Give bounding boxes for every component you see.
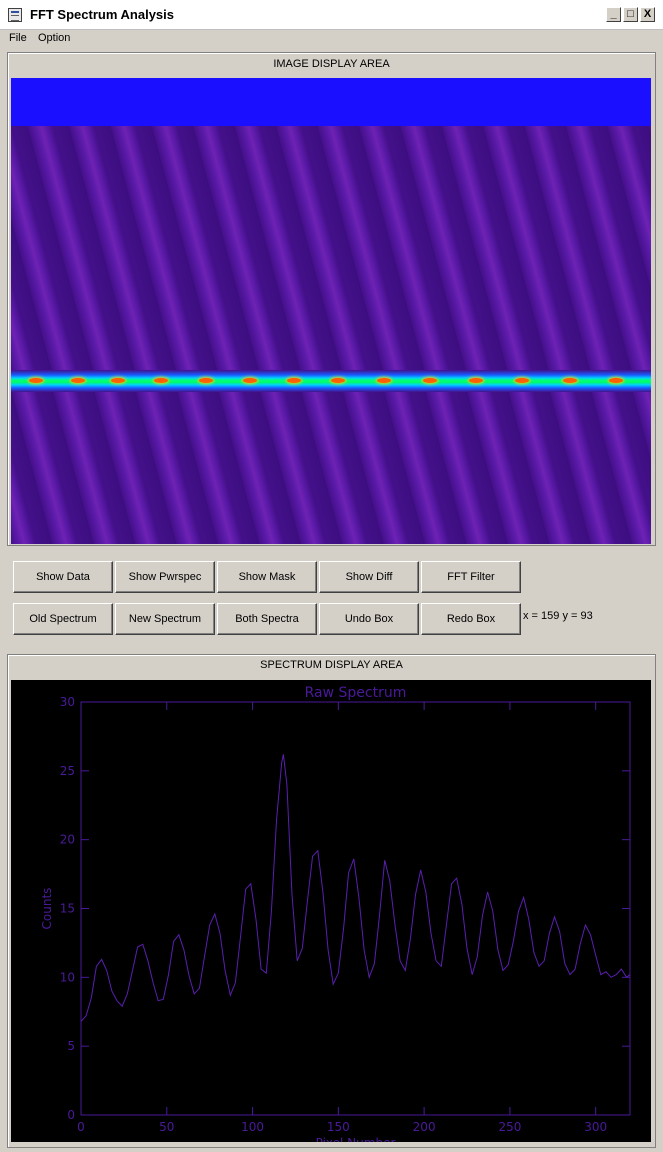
- spectrum-display-area[interactable]: 0 50 100 150 200 250 300 0 5 10 15 20 25 30 Raw Spectr…: [11, 680, 651, 1142]
- plot-frame: [80, 701, 631, 1116]
- spectrum-display-label: SPECTRUM DISPLAY AREA: [260, 659, 403, 671]
- old-spectrum-button[interactable]: Old Spectrum: [13, 603, 113, 635]
- heatmap-hotspot: [287, 378, 301, 383]
- heatmap-fringes-upper: [11, 126, 651, 373]
- y-tick-label: 0: [67, 1108, 75, 1122]
- close-button[interactable]: X: [640, 7, 655, 22]
- x-tick-label: 50: [159, 1120, 174, 1134]
- heatmap-hotspot: [469, 378, 483, 383]
- x-axis-label: Pixel Number: [316, 1136, 396, 1142]
- cursor-coordinates: x = 159 y = 93: [523, 610, 593, 622]
- image-display-area[interactable]: [11, 78, 651, 544]
- menu-option[interactable]: Option: [38, 32, 70, 44]
- undo-box-button[interactable]: Undo Box: [319, 603, 419, 635]
- minimize-button[interactable]: _: [606, 7, 621, 22]
- app-icon[interactable]: [8, 8, 22, 22]
- spectrum-line: [80, 754, 631, 1022]
- heatmap-hotspot: [377, 378, 391, 383]
- spectrum-chart: 0 50 100 150 200 250 300 0 5 10 15 20 25 30 Raw Spectr…: [40, 685, 631, 1142]
- y-axis-label: Counts: [40, 888, 54, 930]
- x-tick-label: 0: [77, 1120, 85, 1134]
- y-tick-label: 25: [60, 764, 75, 778]
- show-diff-button[interactable]: Show Diff: [319, 561, 419, 593]
- x-tick-label: 150: [327, 1120, 350, 1134]
- menu-bar: File Option: [0, 30, 663, 48]
- y-tick-label: 5: [67, 1039, 75, 1053]
- title-bar: FFT Spectrum Analysis _ □ X: [0, 0, 663, 30]
- x-tick-label: 300: [584, 1120, 607, 1134]
- heatmap-hotspot: [111, 378, 125, 383]
- heatmap-hotspot: [29, 378, 43, 383]
- chart-title: Raw Spectrum: [305, 685, 407, 701]
- image-display-label: IMAGE DISPLAY AREA: [273, 58, 390, 70]
- show-pwrspec-button[interactable]: Show Pwrspec: [115, 561, 215, 593]
- heatmap-fringes-lower: [11, 390, 651, 544]
- x-tick-label: 250: [498, 1120, 521, 1134]
- maximize-button[interactable]: □: [623, 7, 638, 22]
- x-tick-label: 100: [241, 1120, 264, 1134]
- heatmap-hotspot: [154, 378, 168, 383]
- y-tick-label: 10: [60, 970, 75, 984]
- menu-file[interactable]: File: [9, 32, 27, 44]
- heatmap-hotspot: [609, 378, 623, 383]
- show-mask-button[interactable]: Show Mask: [217, 561, 317, 593]
- heatmap-hotspot: [423, 378, 437, 383]
- redo-box-button[interactable]: Redo Box: [421, 603, 521, 635]
- x-tick-label: 200: [413, 1120, 436, 1134]
- y-tick-label: 20: [60, 833, 75, 847]
- window-title: FFT Spectrum Analysis: [30, 7, 174, 22]
- heatmap-hotspot: [563, 378, 577, 383]
- heatmap-hotspot: [515, 378, 529, 383]
- heatmap-hotspot: [331, 378, 345, 383]
- show-data-button[interactable]: Show Data: [13, 561, 113, 593]
- heatmap-top-band: [11, 78, 651, 126]
- new-spectrum-button[interactable]: New Spectrum: [115, 603, 215, 635]
- y-tick-label: 30: [60, 695, 75, 709]
- y-tick-label: 15: [60, 902, 75, 916]
- heatmap-hotspot: [71, 378, 85, 383]
- both-spectra-button[interactable]: Both Spectra: [217, 603, 317, 635]
- heatmap-hotspot: [243, 378, 257, 383]
- fft-filter-button[interactable]: FFT Filter: [421, 561, 521, 593]
- heatmap-hotspot: [199, 378, 213, 383]
